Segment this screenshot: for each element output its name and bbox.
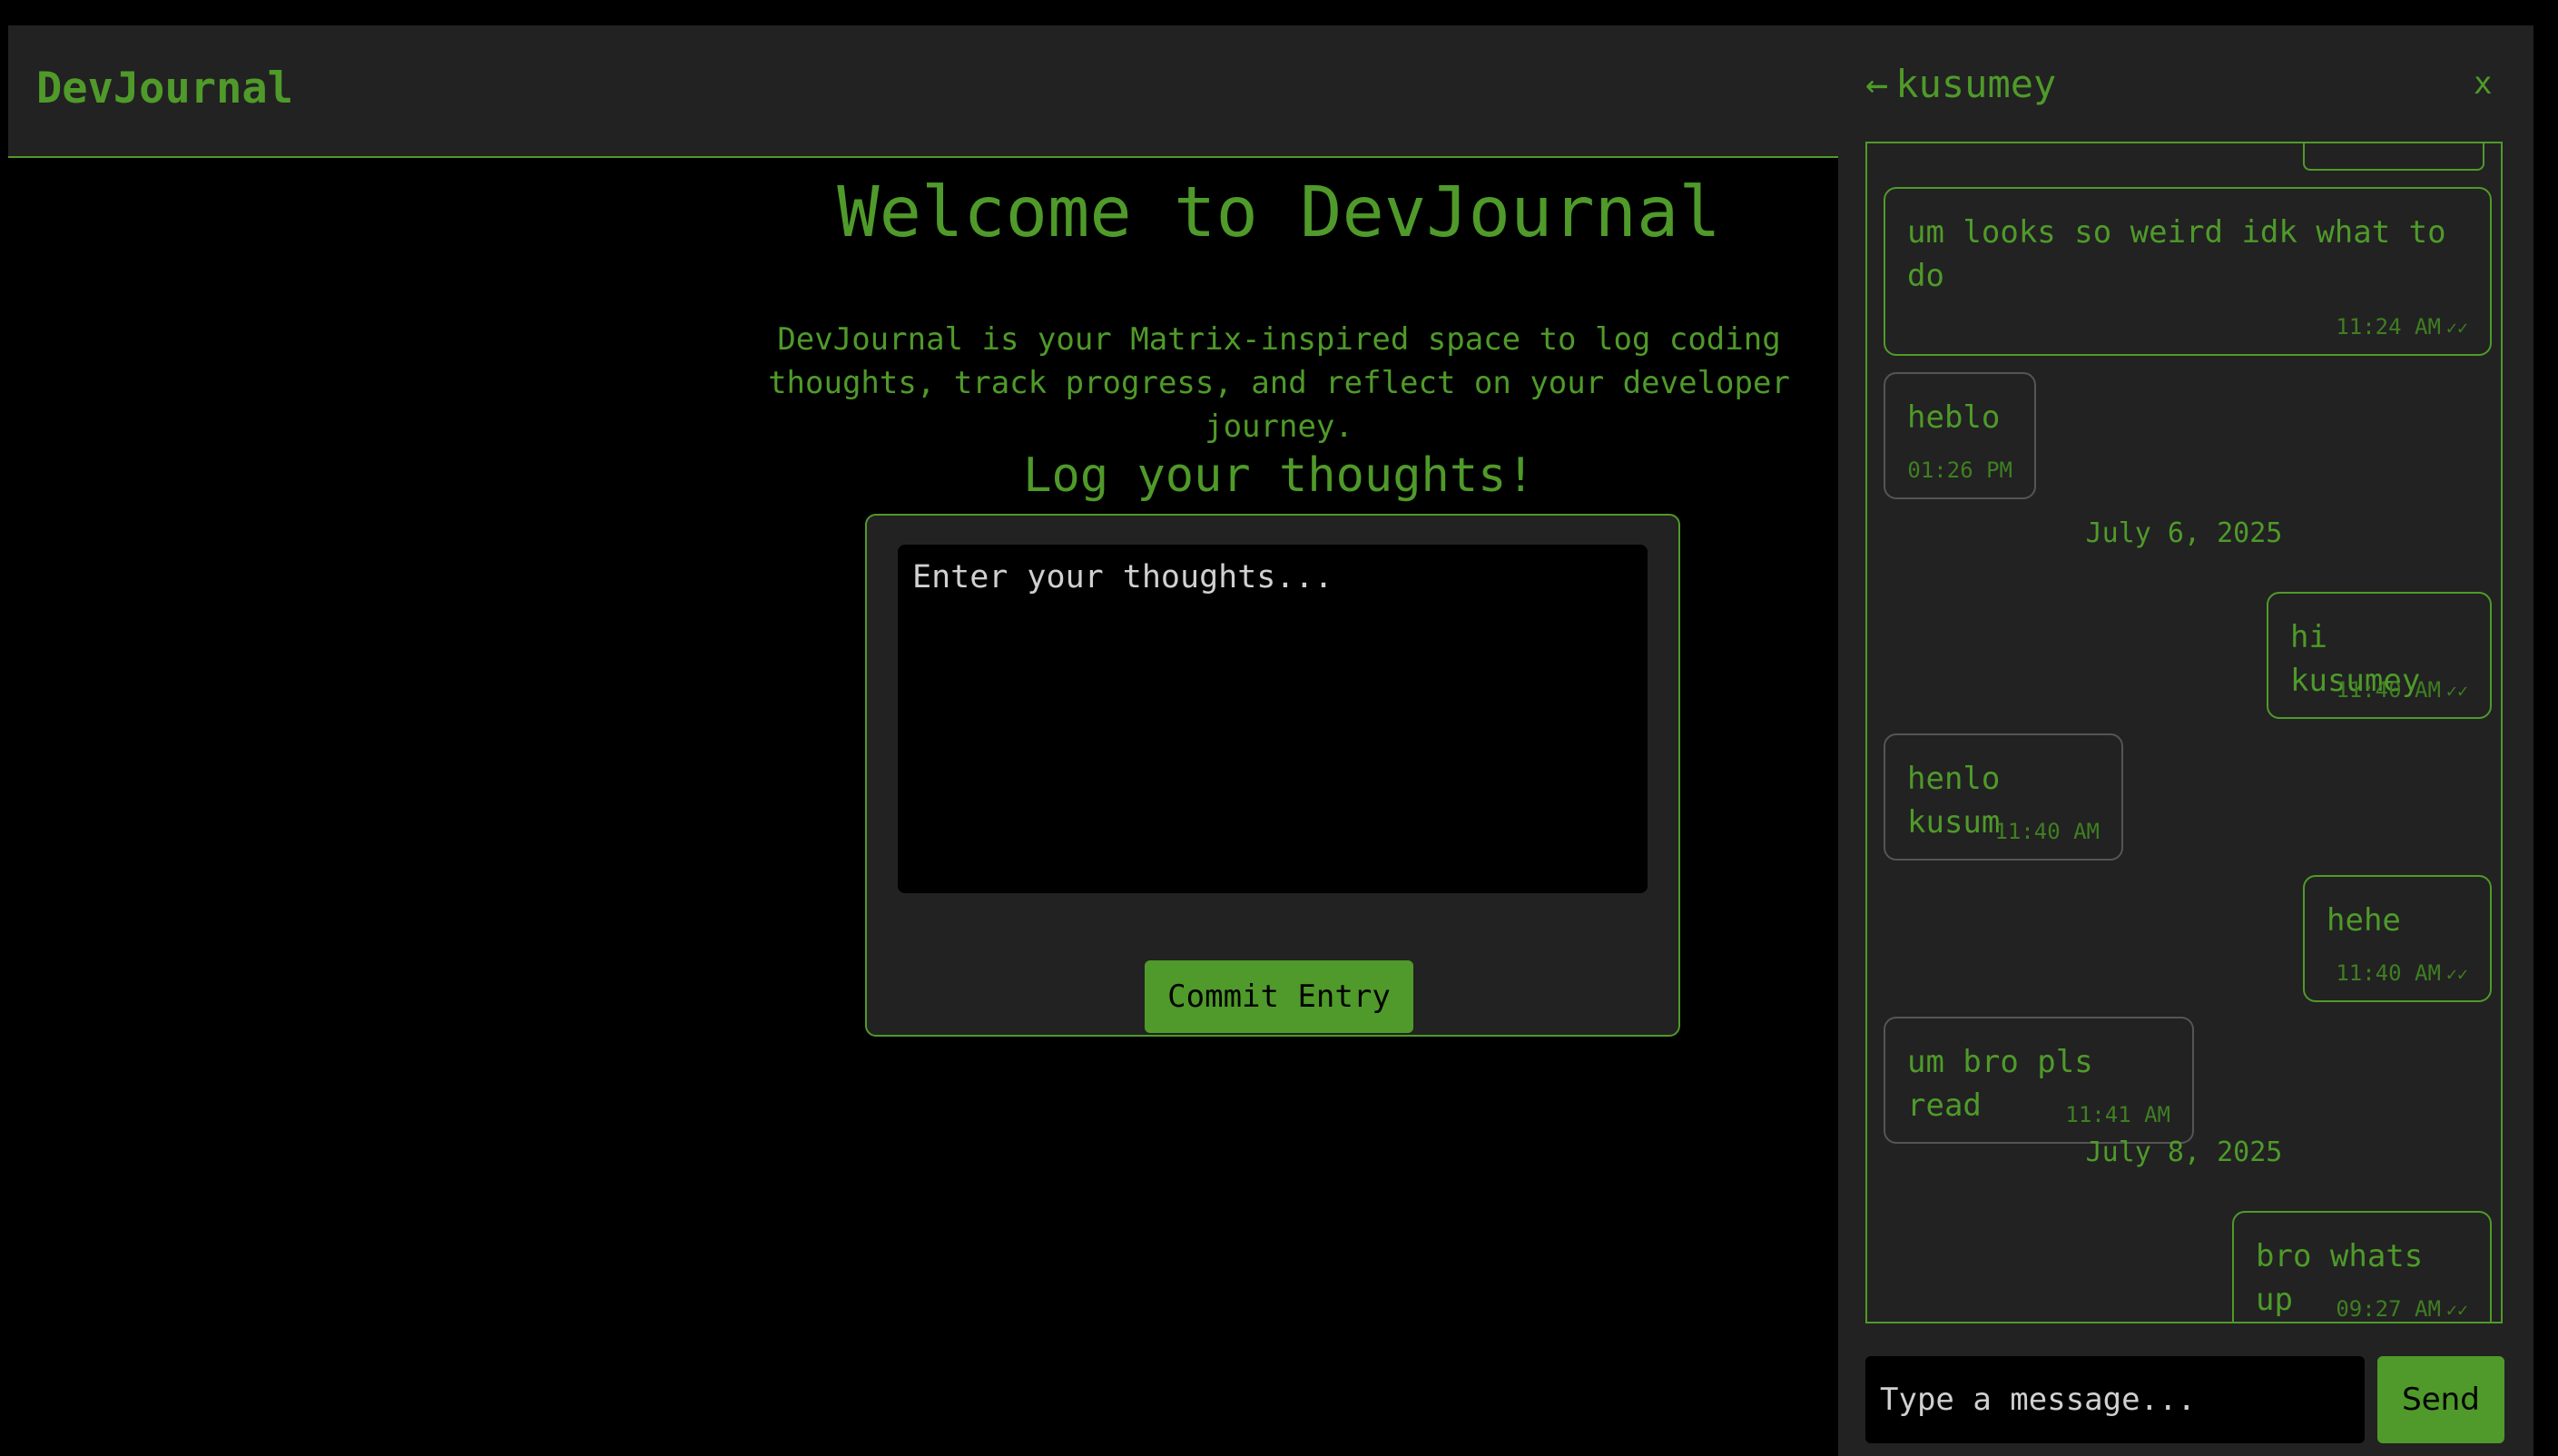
message-meta: 11:24 AM ✓✓ <box>2336 314 2468 339</box>
message-input[interactable] <box>1865 1356 2365 1443</box>
message-bubble-sent: um looks so weird idk what to do 11:24 A… <box>1884 187 2492 356</box>
message-time: 11:40 AM <box>1994 819 2100 844</box>
message-bubble-received: heblo 01:26 PM <box>1884 372 2036 499</box>
message-time: 11:40 AM <box>2336 677 2441 703</box>
double-check-icon: ✓✓ <box>2445 680 2468 702</box>
intro-text: DevJournal is your Matrix-inspired space… <box>768 321 1790 445</box>
date-separator: July 8, 2025 <box>2085 1136 2283 1168</box>
message-bubble-partial <box>2303 143 2484 171</box>
message-bubble-received: um bro pls read 11:41 AM <box>1884 1017 2194 1144</box>
chat-panel: ← kusumey x um looks so weird idk what to… <box>1838 25 2533 1456</box>
message-text: um looks so weird idk what to do <box>1907 214 2446 294</box>
double-check-icon: ✓✓ <box>2445 1299 2468 1321</box>
message-meta: 09:27 AM ✓✓ <box>2336 1296 2468 1322</box>
message-meta: 11:41 AM <box>2065 1102 2170 1127</box>
message-text: heblo <box>1907 399 2001 436</box>
message-bubble-sent: bro whats up 09:27 AM ✓✓ <box>2232 1211 2492 1322</box>
double-check-icon: ✓✓ <box>2445 963 2468 985</box>
close-chat-button[interactable]: x <box>2474 65 2492 102</box>
message-time: 11:41 AM <box>2065 1102 2170 1127</box>
arrow-left-icon: ← <box>1865 62 1889 106</box>
message-meta: 11:40 AM <box>1994 819 2100 844</box>
message-meta: 11:40 AM ✓✓ <box>2336 677 2468 703</box>
message-bubble-sent: hi kusumey 11:40 AM ✓✓ <box>2267 592 2492 719</box>
app-header: DevJournal <box>8 25 1838 158</box>
message-meta: 01:26 PM <box>1907 457 2012 483</box>
chat-back-button[interactable]: ← kusumey <box>1865 62 2056 106</box>
message-time: 01:26 PM <box>1907 457 2012 483</box>
journal-entry-form: Commit Entry <box>865 514 1680 1037</box>
send-button[interactable]: Send <box>2377 1356 2504 1443</box>
chat-message-list[interactable]: um looks so weird idk what to do 11:24 A… <box>1865 142 2503 1323</box>
date-separator: July 6, 2025 <box>2085 517 2283 549</box>
message-time: 11:40 AM <box>2336 960 2441 986</box>
app-logo[interactable]: DevJournal <box>36 64 293 113</box>
thoughts-input[interactable] <box>898 545 1648 893</box>
message-time: 11:24 AM <box>2336 314 2441 339</box>
chat-contact-name: kusumey <box>1895 62 2057 106</box>
message-text: hehe <box>2327 902 2401 939</box>
message-meta: 11:40 AM ✓✓ <box>2336 960 2468 986</box>
message-time: 09:27 AM <box>2336 1296 2441 1322</box>
message-bubble-sent: hehe 11:40 AM ✓✓ <box>2303 875 2492 1002</box>
message-bubble-received: henlo kusum 11:40 AM <box>1884 733 2123 861</box>
double-check-icon: ✓✓ <box>2445 317 2468 339</box>
commit-entry-button[interactable]: Commit Entry <box>1145 960 1413 1033</box>
